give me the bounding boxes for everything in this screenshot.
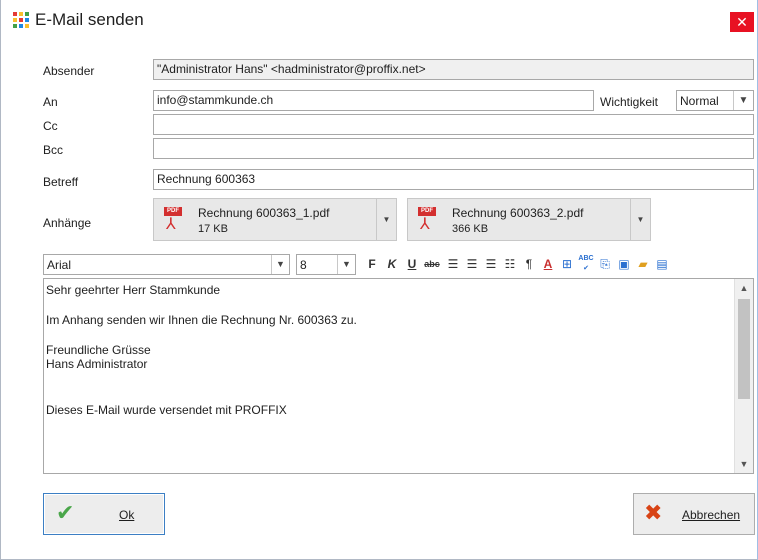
priority-label: Wichtigkeit: [600, 95, 659, 109]
attachments-label: Anhänge: [43, 216, 92, 230]
chevron-down-icon: ▼: [733, 91, 753, 110]
scroll-thumb[interactable]: [738, 299, 750, 399]
save-icon[interactable]: ▤: [653, 254, 671, 275]
cancel-label: Abbrechen: [682, 508, 741, 522]
chevron-down-icon: ▼: [337, 255, 355, 274]
priority-value: Normal: [680, 94, 719, 108]
align-center-icon[interactable]: ☰: [463, 254, 481, 275]
email-dialog: E-Mail senden ✕ Absender "Administrator …: [0, 0, 758, 560]
title-bar: E-Mail senden ✕: [1, 0, 757, 42]
scroll-up-icon[interactable]: ▲: [735, 279, 753, 297]
body-line: Hans Administrator: [46, 357, 148, 371]
attachment-name: Rechnung 600363_1.pdf: [198, 206, 330, 220]
font-family-value: Arial: [47, 258, 72, 272]
strikethrough-button[interactable]: abc: [422, 254, 442, 275]
checkmark-icon: ✔: [56, 500, 75, 525]
cc-label: Cc: [43, 119, 58, 133]
to-field[interactable]: info@stammkunde.ch: [153, 90, 594, 111]
dialog-content: Absender "Administrator Hans" <hadminist…: [1, 42, 757, 559]
sender-label: Absender: [43, 64, 95, 78]
attachment-size: 17 KB: [198, 223, 228, 235]
bcc-field[interactable]: [153, 138, 754, 159]
cc-field[interactable]: [153, 114, 754, 135]
window-title: E-Mail senden: [35, 10, 144, 29]
cancel-x-icon: ✖: [644, 500, 663, 525]
format-toolbar: Arial ▼ 8 ▼ F K U abc ☰ ☰ ☰ ☷ ¶ A ⊞ ABC ✔…: [43, 254, 754, 276]
message-body-editor[interactable]: Sehr geehrter Herr Stammkunde Im Anhang …: [43, 278, 754, 474]
subject-field[interactable]: Rechnung 600363: [153, 169, 754, 190]
body-line: Dieses E-Mail wurde versendet mit PROFFI…: [46, 403, 287, 417]
pdf-icon: PDF ⅄: [164, 207, 186, 235]
bullet-list-icon[interactable]: ☷: [501, 254, 519, 275]
attachment-dropdown-icon[interactable]: ▼: [376, 199, 396, 240]
find-replace-icon[interactable]: ⎘: [596, 254, 614, 275]
align-left-icon[interactable]: ☰: [444, 254, 462, 275]
bcc-label: Bcc: [43, 143, 64, 157]
to-label: An: [43, 95, 58, 109]
align-right-icon[interactable]: ☰: [482, 254, 500, 275]
sender-field: "Administrator Hans" <hadministrator@pro…: [153, 59, 754, 80]
underline-button[interactable]: U: [403, 254, 421, 275]
attachment-item[interactable]: PDF ⅄ Rechnung 600363_1.pdf 17 KB ▼: [153, 198, 397, 241]
open-folder-icon[interactable]: ▰: [634, 254, 652, 275]
italic-button[interactable]: K: [383, 254, 401, 275]
ok-button[interactable]: ✔ Ok: [43, 493, 165, 535]
insert-table-icon[interactable]: ⊞: [558, 254, 576, 275]
spellcheck-button[interactable]: ABC ✔: [577, 254, 595, 275]
insert-word-icon[interactable]: ▣: [615, 254, 633, 275]
paragraph-button[interactable]: ¶: [520, 254, 538, 275]
bold-button[interactable]: F: [363, 254, 381, 275]
body-line: Im Anhang senden wir Ihnen die Rechnung …: [46, 313, 357, 327]
priority-select[interactable]: Normal ▼: [676, 90, 754, 111]
cancel-button[interactable]: ✖ Abbrechen: [633, 493, 755, 535]
pdf-icon: PDF ⅄: [418, 207, 440, 235]
font-size-select[interactable]: 8 ▼: [296, 254, 356, 275]
close-icon: ✕: [736, 14, 748, 30]
font-size-value: 8: [300, 258, 307, 272]
attachment-item[interactable]: PDF ⅄ Rechnung 600363_2.pdf 366 KB ▼: [407, 198, 651, 241]
app-grid-icon: [13, 12, 29, 28]
body-line: Sehr geehrter Herr Stammkunde: [46, 283, 221, 297]
close-button[interactable]: ✕: [730, 12, 754, 32]
ok-label: Ok: [119, 508, 135, 522]
font-family-select[interactable]: Arial ▼: [43, 254, 290, 275]
chevron-down-icon: ▼: [271, 255, 289, 274]
vertical-scrollbar[interactable]: ▲ ▼: [734, 279, 753, 473]
font-color-button[interactable]: A: [539, 254, 557, 275]
body-line: Freundliche Grüsse: [46, 343, 151, 357]
attachment-name: Rechnung 600363_2.pdf: [452, 206, 584, 220]
subject-label: Betreff: [43, 175, 79, 189]
attachment-dropdown-icon[interactable]: ▼: [630, 199, 650, 240]
attachment-size: 366 KB: [452, 223, 489, 235]
scroll-down-icon[interactable]: ▼: [735, 455, 753, 473]
spellcheck-icon: ABC: [578, 255, 594, 262]
